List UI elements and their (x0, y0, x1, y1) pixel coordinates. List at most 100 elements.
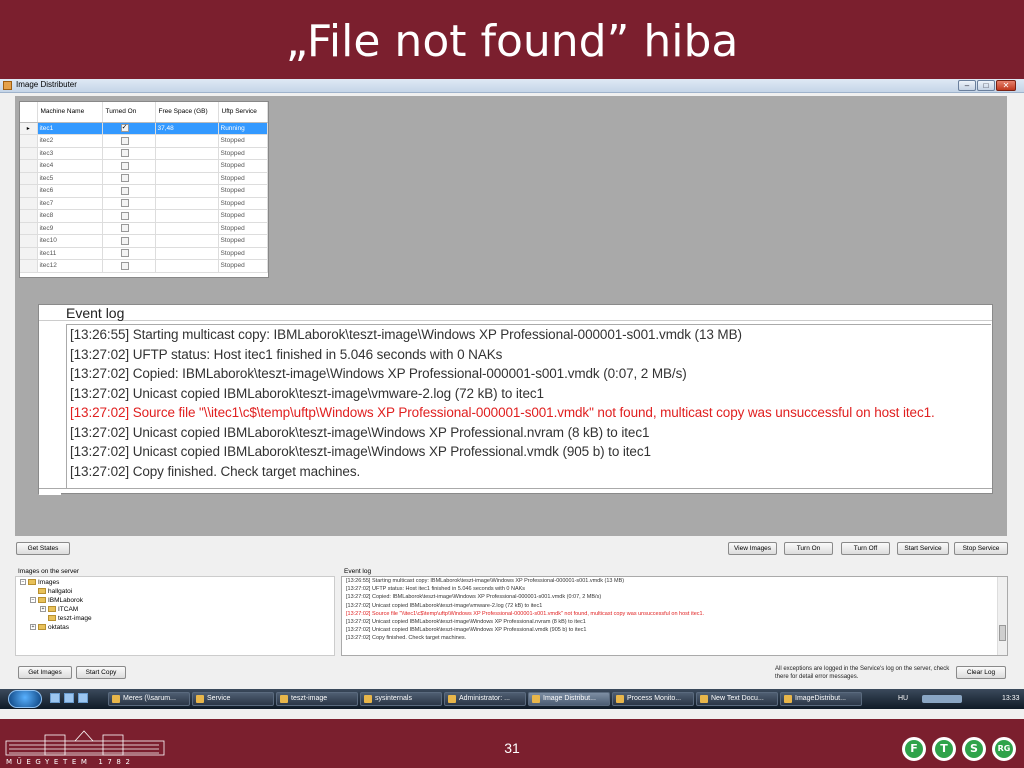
row-header[interactable] (20, 147, 38, 160)
expand-toggle-icon[interactable]: + (40, 606, 46, 613)
browser-icon[interactable] (78, 693, 88, 703)
start-service-button[interactable]: Start Service (897, 542, 949, 555)
event-log-scrollbar[interactable] (997, 577, 1007, 655)
tree-node[interactable]: hallgatoi (30, 587, 72, 596)
grid-row[interactable]: itec7 Stopped (20, 197, 268, 210)
free-space-cell[interactable] (155, 147, 219, 160)
free-space-cell[interactable] (155, 172, 219, 185)
clock[interactable]: 13:33 (1002, 690, 1020, 708)
uftp-service-cell[interactable]: Stopped (218, 159, 268, 173)
stop-service-button[interactable]: Stop Service (954, 542, 1008, 555)
machine-name-cell[interactable]: itec12 (37, 259, 103, 273)
row-header[interactable] (20, 259, 38, 273)
taskbar-item[interactable]: sysinternals (360, 692, 442, 706)
tray-icons[interactable] (922, 695, 962, 703)
maximize-button[interactable]: □ (977, 80, 995, 91)
get-images-button[interactable]: Get Images (18, 666, 72, 679)
column-header-free-space[interactable]: Free Space (GB) (155, 102, 219, 123)
taskbar-item[interactable]: Process Monito... (612, 692, 694, 706)
tree-node[interactable]: − Images (20, 578, 59, 587)
column-header-machine-name[interactable]: Machine Name (37, 102, 103, 123)
grid-row[interactable]: itec2 Stopped (20, 134, 268, 148)
column-header-uftp-service[interactable]: Uftp Service (218, 102, 268, 123)
uftp-service-cell[interactable]: Running (218, 122, 268, 135)
row-header[interactable]: ▸ (20, 122, 38, 135)
free-space-cell[interactable]: 37,48 (155, 122, 219, 135)
turned-on-cell[interactable] (102, 247, 156, 260)
row-header[interactable] (20, 159, 38, 173)
view-images-button[interactable]: View Images (728, 542, 777, 555)
free-space-cell[interactable] (155, 159, 219, 173)
row-header[interactable] (20, 209, 38, 223)
uftp-service-cell[interactable]: Stopped (218, 234, 268, 248)
free-space-cell[interactable] (155, 259, 219, 273)
taskbar-item[interactable]: Administrator: ... (444, 692, 526, 706)
free-space-cell[interactable] (155, 234, 219, 248)
uftp-service-cell[interactable]: Stopped (218, 209, 268, 223)
taskbar-item[interactable]: ImageDistribut... (780, 692, 862, 706)
window-titlebar[interactable]: Image Distributer – □ ✕ (0, 79, 1024, 93)
taskbar-item[interactable]: Meres (\\sarum... (108, 692, 190, 706)
machine-name-cell[interactable]: itec7 (37, 197, 103, 210)
turned-on-checkbox[interactable] (120, 149, 129, 158)
row-header[interactable] (20, 222, 38, 235)
close-button[interactable]: ✕ (996, 80, 1016, 91)
images-tree[interactable]: − Images hallgatoi − IBMLaborok + ITCAM teszt-i… (15, 576, 335, 656)
grid-row[interactable]: itec5 Stopped (20, 172, 268, 185)
explorer-icon[interactable] (64, 693, 74, 703)
tree-node[interactable]: teszt-image (40, 614, 92, 623)
grid-row[interactable]: itec11 Stopped (20, 247, 268, 260)
grid-row[interactable]: ▸ itec1 ✓ 37,48 Running (20, 122, 268, 135)
clear-log-button[interactable]: Clear Log (956, 666, 1006, 679)
machine-name-cell[interactable]: itec3 (37, 147, 103, 160)
grid-row[interactable]: itec12 Stopped (20, 259, 268, 273)
uftp-service-cell[interactable]: Stopped (218, 247, 268, 260)
turned-on-cell[interactable] (102, 159, 156, 173)
uftp-service-cell[interactable]: Stopped (218, 147, 268, 160)
turn-on-button[interactable]: Turn On (784, 542, 833, 555)
turned-on-checkbox[interactable] (120, 249, 129, 258)
turned-on-checkbox[interactable] (120, 136, 129, 145)
turned-on-cell[interactable] (102, 222, 156, 235)
turn-off-button[interactable]: Turn Off (841, 542, 890, 555)
start-copy-button[interactable]: Start Copy (76, 666, 126, 679)
machine-name-cell[interactable]: itec9 (37, 222, 103, 235)
turned-on-cell[interactable]: ✓ (102, 122, 156, 135)
tree-node[interactable]: − IBMLaborok (30, 596, 83, 605)
turned-on-checkbox[interactable] (120, 186, 129, 195)
uftp-service-cell[interactable]: Stopped (218, 259, 268, 273)
tree-node[interactable]: + ITCAM (40, 605, 78, 614)
grid-row[interactable]: itec8 Stopped (20, 209, 268, 223)
machine-name-cell[interactable]: itec10 (37, 234, 103, 248)
machine-grid[interactable]: Machine Name Turned On Free Space (GB) U… (19, 101, 269, 278)
free-space-cell[interactable] (155, 222, 219, 235)
event-log-list[interactable]: [13:26:55] Starting multicast copy: IBML… (66, 324, 991, 488)
turned-on-cell[interactable] (102, 197, 156, 210)
turned-on-cell[interactable] (102, 234, 156, 248)
taskbar-item[interactable]: Image Distribut... (528, 692, 610, 706)
uftp-service-cell[interactable]: Stopped (218, 172, 268, 185)
show-desktop-icon[interactable] (50, 693, 60, 703)
turned-on-cell[interactable] (102, 147, 156, 160)
uftp-service-cell[interactable]: Stopped (218, 197, 268, 210)
expand-toggle-icon[interactable]: − (20, 579, 26, 586)
turned-on-checkbox[interactable] (120, 211, 129, 220)
machine-name-cell[interactable]: itec11 (37, 247, 103, 260)
grid-row[interactable]: itec10 Stopped (20, 234, 268, 248)
machine-name-cell[interactable]: itec4 (37, 159, 103, 173)
machine-name-cell[interactable]: itec6 (37, 184, 103, 198)
free-space-cell[interactable] (155, 247, 219, 260)
turned-on-checkbox[interactable] (120, 236, 129, 245)
event-log-box[interactable]: [13:26:55] Starting multicast copy: IBML… (341, 576, 1008, 656)
machine-name-cell[interactable]: itec1 (37, 122, 103, 135)
expand-toggle-icon[interactable]: − (30, 597, 36, 604)
row-header[interactable] (20, 134, 38, 148)
turned-on-cell[interactable] (102, 134, 156, 148)
free-space-cell[interactable] (155, 197, 219, 210)
turned-on-checkbox[interactable] (120, 174, 129, 183)
turned-on-checkbox[interactable] (120, 224, 129, 233)
grid-row[interactable]: itec4 Stopped (20, 159, 268, 173)
row-header[interactable] (20, 172, 38, 185)
grid-row[interactable]: itec6 Stopped (20, 184, 268, 198)
turned-on-cell[interactable] (102, 209, 156, 223)
